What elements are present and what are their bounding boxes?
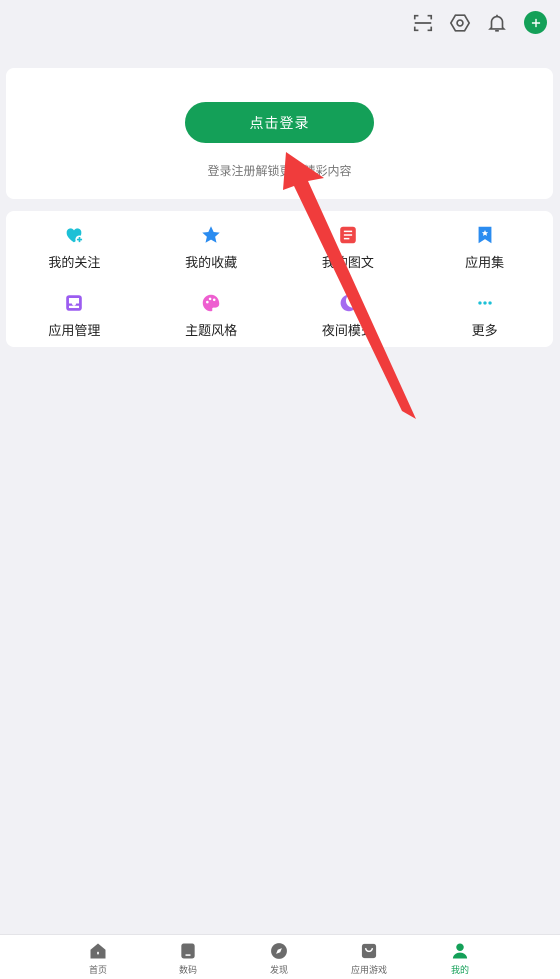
login-card: 点击登录 登录注册解锁更多精彩内容 xyxy=(6,68,553,199)
feature-label: 我的图文 xyxy=(321,256,374,271)
feature-night-mode[interactable]: 夜间模式 xyxy=(280,279,417,347)
device-icon xyxy=(181,943,195,959)
more-dots-icon xyxy=(474,292,496,314)
feature-app-collections[interactable]: 应用集 xyxy=(416,211,553,279)
tab-mine[interactable]: 我的 xyxy=(420,941,500,979)
document-icon xyxy=(337,224,359,246)
tab-label: 发现 xyxy=(269,966,288,976)
inbox-icon xyxy=(63,292,85,314)
top-bar xyxy=(0,0,560,48)
features-grid: 我的关注 我的收藏 我的图文 应用集 应用管理 主题风格 夜间模式 更多 xyxy=(6,211,553,347)
plus-icon[interactable] xyxy=(524,11,547,34)
feature-my-posts[interactable]: 我的图文 xyxy=(280,211,417,279)
bottom-tab-bar: 首页 数码 发现 应用游戏 我的 xyxy=(0,934,560,979)
tab-label: 应用游戏 xyxy=(350,966,387,976)
user-icon xyxy=(452,943,468,959)
moon-icon xyxy=(337,292,359,314)
feature-label: 应用管理 xyxy=(48,324,101,339)
tab-label: 我的 xyxy=(450,966,469,976)
feature-label: 更多 xyxy=(471,324,498,339)
feature-label: 应用集 xyxy=(465,256,505,271)
login-button[interactable]: 点击登录 xyxy=(185,102,374,143)
bag-icon xyxy=(361,943,377,959)
home-icon xyxy=(90,943,106,959)
tab-discover[interactable]: 发现 xyxy=(239,941,319,979)
palette-icon xyxy=(200,292,222,314)
feature-my-follows[interactable]: 我的关注 xyxy=(6,211,143,279)
feature-more[interactable]: 更多 xyxy=(416,279,553,347)
feature-label: 我的关注 xyxy=(48,256,101,271)
tab-home[interactable]: 首页 xyxy=(58,941,138,979)
features-card: 我的关注 我的收藏 我的图文 应用集 应用管理 主题风格 夜间模式 更多 xyxy=(6,211,553,347)
scan-icon[interactable] xyxy=(411,11,435,35)
feature-app-management[interactable]: 应用管理 xyxy=(6,279,143,347)
profile-page: 点击登录 登录注册解锁更多精彩内容 我的关注 我的收藏 我的图文 应用集 应用管… xyxy=(0,0,560,979)
tab-label: 数码 xyxy=(178,966,197,976)
bookmark-icon xyxy=(474,224,496,246)
login-hint: 登录注册解锁更多精彩内容 xyxy=(207,164,352,178)
settings-hex-icon[interactable] xyxy=(448,11,472,35)
bell-icon[interactable] xyxy=(485,11,509,35)
feature-my-favorites[interactable]: 我的收藏 xyxy=(143,211,280,279)
heart-plus-icon xyxy=(63,224,85,246)
tab-apps-games[interactable]: 应用游戏 xyxy=(329,941,409,979)
feature-label: 夜间模式 xyxy=(321,324,374,339)
feature-theme-style[interactable]: 主题风格 xyxy=(143,279,280,347)
tab-label: 首页 xyxy=(88,966,107,976)
star-icon xyxy=(200,224,222,246)
tab-digital[interactable]: 数码 xyxy=(148,941,228,979)
feature-label: 主题风格 xyxy=(185,324,238,339)
compass-icon xyxy=(271,943,287,959)
feature-label: 我的收藏 xyxy=(185,256,238,271)
